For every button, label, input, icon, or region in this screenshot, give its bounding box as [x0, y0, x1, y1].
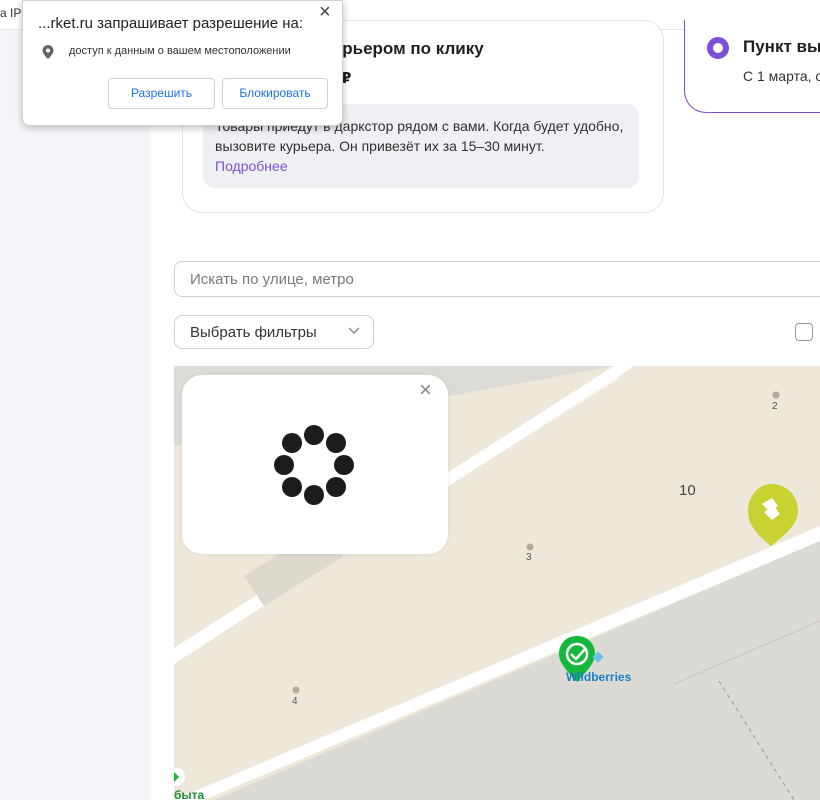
spinner-dot: [304, 425, 324, 445]
pickup-option-title: Пункт вы: [743, 37, 820, 56]
pickup-radio-selected[interactable]: [707, 37, 729, 59]
filters-dropdown[interactable]: Выбрать фильтры: [174, 315, 374, 349]
address-search-input[interactable]: [174, 261, 820, 297]
permission-description: доступ к данным о вашем местоположении: [69, 45, 291, 57]
courier-delivery-title: урьером по клику: [333, 39, 484, 58]
close-icon[interactable]: ×: [319, 1, 331, 24]
permission-title: ...rket.ru запрашивает разрешение на:: [38, 15, 304, 32]
map-house-number-10: 10: [679, 482, 696, 499]
spinner-dot: [304, 485, 324, 505]
map-house-number-4: 4: [292, 696, 298, 707]
spinner-dot: [326, 433, 346, 453]
left-gutter: [0, 30, 150, 800]
pickup-point-option[interactable]: Пункт вы С 1 марта, с: [684, 20, 820, 113]
pickup-option-subtitle: С 1 марта, с: [743, 68, 820, 84]
allow-button[interactable]: Разрешить: [108, 78, 215, 109]
spinner-dot: [274, 455, 294, 475]
wildberries-poi-label[interactable]: Wildberries: [566, 670, 631, 684]
filter-checkbox[interactable]: [795, 323, 813, 341]
location-pin-icon: [42, 45, 54, 59]
spinner-dot: [282, 477, 302, 497]
map-house-number-2: 2: [772, 401, 778, 412]
bottom-poi-label[interactable]: быта: [174, 788, 204, 800]
spinner-dot: [326, 477, 346, 497]
spinner-dot: [334, 455, 354, 475]
location-permission-popup: ...rket.ru запрашивает разрешение на: × …: [22, 0, 343, 126]
browser-tab-label[interactable]: а IP: [0, 6, 21, 20]
filters-dropdown-label: Выбрать фильтры: [190, 324, 317, 341]
loading-panel: ×: [182, 375, 448, 554]
chevron-down-icon: [348, 327, 360, 335]
map-house-number-3: 3: [526, 552, 532, 563]
close-icon[interactable]: ×: [419, 379, 432, 401]
spinner-dot: [282, 433, 302, 453]
block-button[interactable]: Блокировать: [222, 78, 328, 109]
more-info-link[interactable]: Подробнее: [215, 158, 288, 174]
